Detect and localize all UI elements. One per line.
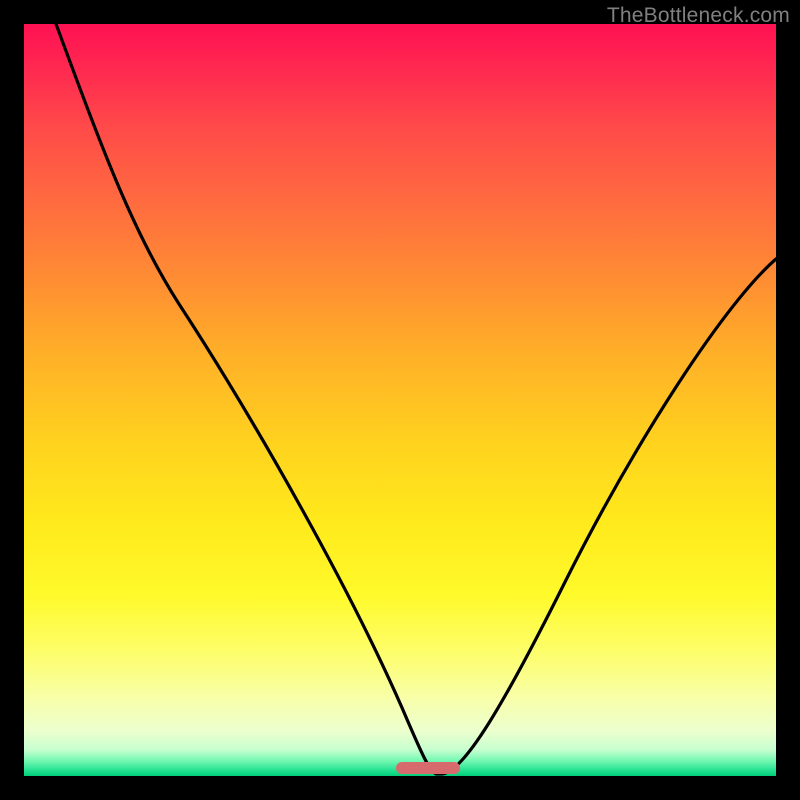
optimal-marker bbox=[396, 762, 460, 774]
watermark-text: TheBottleneck.com bbox=[607, 4, 790, 28]
curve-path bbox=[56, 24, 776, 774]
chart-frame: TheBottleneck.com bbox=[0, 0, 800, 800]
bottleneck-curve bbox=[24, 24, 776, 776]
plot-area bbox=[24, 24, 776, 776]
